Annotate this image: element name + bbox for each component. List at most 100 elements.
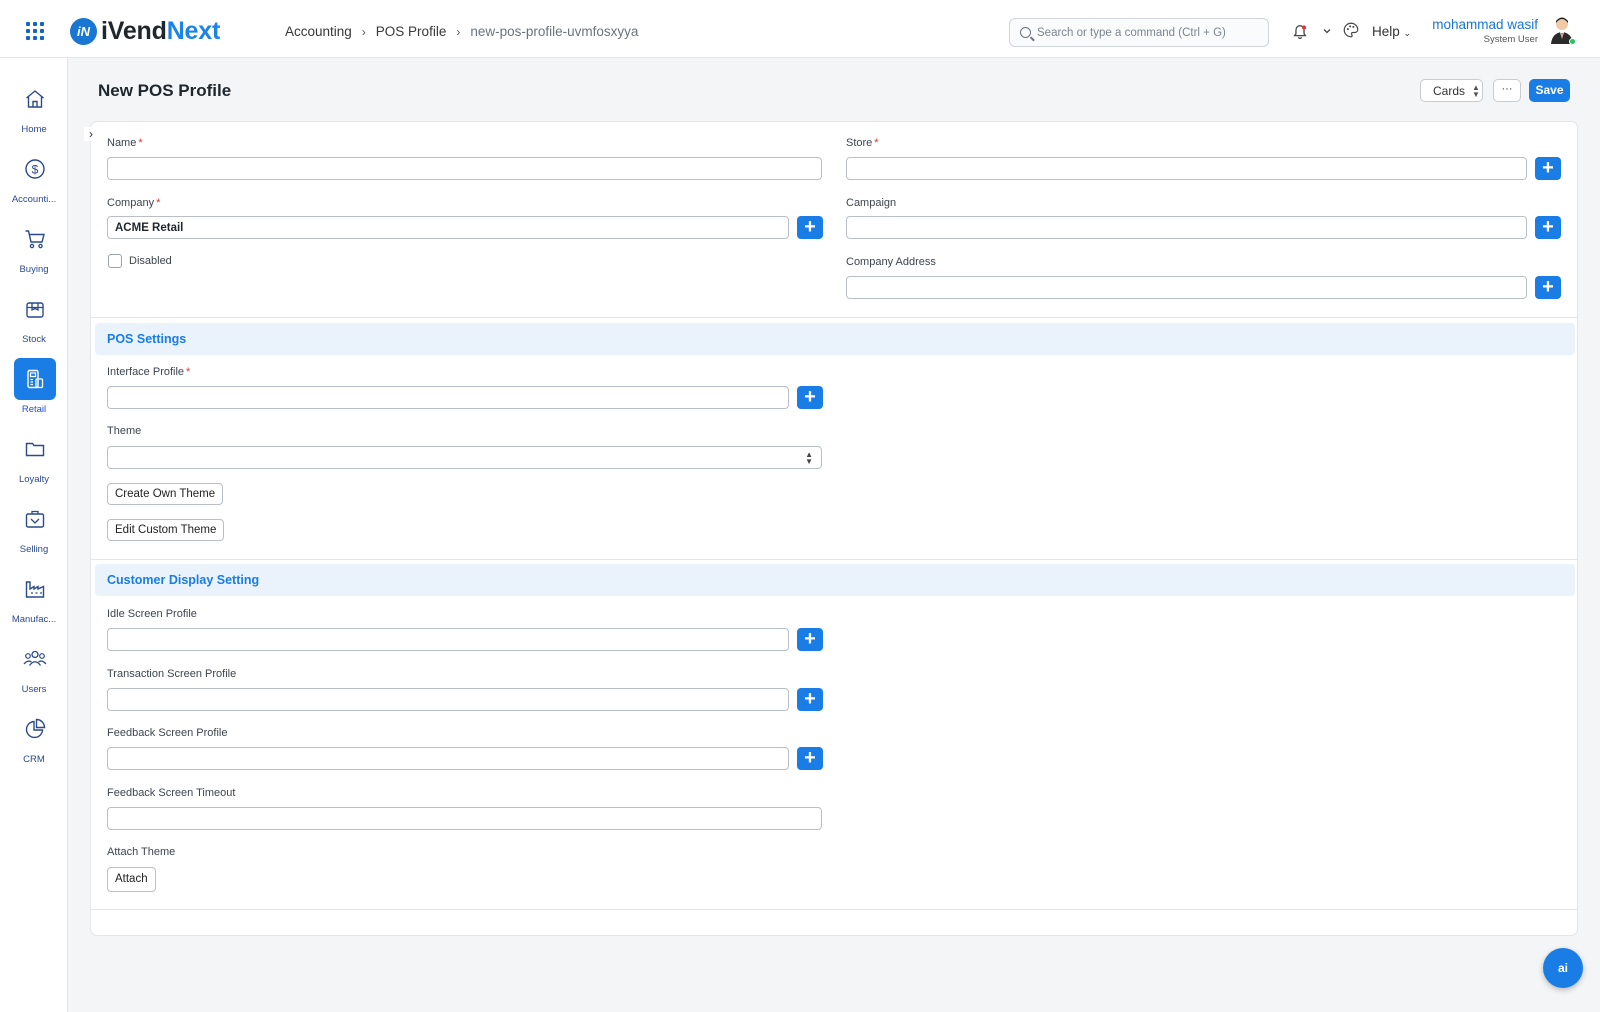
name-field[interactable] <box>107 157 822 180</box>
section-divider <box>91 317 1577 318</box>
sidebar-item-accounting[interactable]: $ Accounti... <box>0 144 68 210</box>
avatar[interactable] <box>1548 15 1576 45</box>
create-own-theme-button[interactable]: Create Own Theme <box>107 483 224 505</box>
shop-icon <box>14 498 56 540</box>
transaction-screen-profile-field[interactable] <box>107 688 789 711</box>
breadcrumb-accounting[interactable]: Accounting <box>285 24 352 39</box>
bell-icon[interactable] <box>1291 23 1309 41</box>
search-input[interactable] <box>1037 26 1257 39</box>
store-label: Store * <box>846 137 879 149</box>
disabled-label: Disabled <box>129 255 172 267</box>
sidebar-item-selling[interactable]: Selling <box>0 494 68 560</box>
sidebar-item-manufacturing[interactable]: Manufac... <box>0 564 68 630</box>
idle-screen-profile-field[interactable] <box>107 628 789 651</box>
disabled-checkbox[interactable] <box>108 254 122 268</box>
help-label: Help <box>1372 24 1400 39</box>
user-name: mohammad wasif <box>1432 17 1538 32</box>
more-actions-button[interactable]: ··· <box>1493 79 1521 102</box>
section-divider <box>91 559 1577 560</box>
up-down-icon: ▲ ▼ <box>805 450 813 466</box>
pos-settings-section-header[interactable]: POS Settings <box>95 323 1575 355</box>
folder-icon <box>14 428 56 470</box>
page-title: New POS Profile <box>98 81 232 100</box>
store-field[interactable] <box>846 157 1527 180</box>
help-menu[interactable]: Help ⌄ <box>1372 24 1411 39</box>
customer-display-section-header[interactable]: Customer Display Setting <box>95 564 1575 596</box>
company-address-label: Company Address <box>846 256 936 268</box>
pos-terminal-icon <box>14 358 56 400</box>
company-address-field[interactable] <box>846 276 1527 299</box>
chevron-right-icon: › <box>456 24 461 39</box>
company-label: Company * <box>107 197 161 209</box>
company-field[interactable] <box>107 216 789 239</box>
theme-select[interactable]: ▲ ▼ <box>107 446 822 469</box>
chevron-right-icon[interactable]: › <box>84 127 98 141</box>
sidebar-item-retail[interactable]: Retail <box>0 354 68 420</box>
campaign-field[interactable] <box>846 216 1527 239</box>
user-menu[interactable]: mohammad wasif System User <box>1432 17 1538 45</box>
sidebar-item-home[interactable]: Home <box>0 74 68 140</box>
breadcrumb-current: new-pos-profile-uvmfosxyya <box>470 24 639 39</box>
sidebar-item-label: Accounti... <box>11 194 57 205</box>
idle-screen-profile-label: Idle Screen Profile <box>107 608 197 620</box>
add-company-button[interactable]: + <box>797 216 823 239</box>
save-button[interactable]: Save <box>1529 79 1570 102</box>
feedback-screen-profile-field[interactable] <box>107 747 789 770</box>
view-switcher-label: Cards <box>1433 83 1466 98</box>
feedback-screen-timeout-label: Feedback Screen Timeout <box>107 787 236 799</box>
sidebar: Home $ Accounti... Buying Stock Retail L… <box>0 58 68 1012</box>
add-feedback-screen-profile-button[interactable]: + <box>797 747 823 770</box>
add-transaction-screen-profile-button[interactable]: + <box>797 688 823 711</box>
top-navbar: iN iVendNext Accounting › POS Profile › … <box>0 0 1600 58</box>
dollar-icon: $ <box>14 148 56 190</box>
app-grid-icon[interactable] <box>26 22 44 40</box>
edit-custom-theme-button[interactable]: Edit Custom Theme <box>107 519 225 541</box>
users-icon <box>14 638 56 680</box>
sidebar-item-label: Stock <box>22 334 46 345</box>
breadcrumb-pos-profile[interactable]: POS Profile <box>376 24 447 39</box>
attach-theme-label: Attach Theme <box>107 846 176 858</box>
search-icon <box>1020 27 1031 38</box>
add-interface-profile-button[interactable]: + <box>797 386 823 409</box>
logo-mark: iN <box>70 17 97 45</box>
online-status-dot <box>1569 38 1576 45</box>
campaign-label: Campaign <box>846 197 897 209</box>
interface-profile-field[interactable] <box>107 386 789 409</box>
sidebar-item-label: Users <box>21 684 47 695</box>
svg-text:$: $ <box>32 163 39 177</box>
user-role: System User <box>1483 34 1538 45</box>
sidebar-item-label: CRM <box>23 754 45 765</box>
sidebar-item-loyalty[interactable]: Loyalty <box>0 424 68 490</box>
sidebar-item-label: Manufac... <box>11 614 57 625</box>
cart-icon <box>14 218 56 260</box>
theme-label: Theme <box>107 425 142 437</box>
section-title: Customer Display Setting <box>107 573 260 587</box>
search-box[interactable] <box>1009 18 1269 47</box>
view-switcher-button[interactable]: Cards ▲ ▼ <box>1420 79 1483 102</box>
pie-chart-icon <box>14 708 56 750</box>
ai-assistant-button[interactable]: ai <box>1543 948 1583 988</box>
app-logo[interactable]: iN iVendNext <box>70 17 220 45</box>
feedback-screen-timeout-field[interactable] <box>107 807 822 830</box>
up-down-icon: ▲ ▼ <box>1472 82 1480 99</box>
logo-text: iVendNext <box>101 16 221 45</box>
sidebar-item-label: Home <box>21 124 47 135</box>
transaction-screen-profile-label: Transaction Screen Profile <box>107 668 237 680</box>
chevron-right-icon: › <box>361 24 366 39</box>
factory-icon <box>14 568 56 610</box>
attach-button[interactable]: Attach <box>107 867 156 892</box>
sidebar-item-stock[interactable]: Stock <box>0 284 68 350</box>
sidebar-item-label: Buying <box>19 264 49 275</box>
sidebar-item-label: Selling <box>19 544 49 555</box>
breadcrumb: Accounting › POS Profile › new-pos-profi… <box>285 24 638 39</box>
sidebar-item-crm[interactable]: CRM <box>0 704 68 770</box>
add-campaign-button[interactable]: + <box>1535 216 1561 239</box>
palette-icon[interactable] <box>1342 21 1360 39</box>
add-idle-screen-profile-button[interactable]: + <box>797 628 823 651</box>
chevron-down-icon[interactable] <box>1322 26 1332 36</box>
box-icon <box>14 288 56 330</box>
sidebar-item-users[interactable]: Users <box>0 634 68 700</box>
add-company-address-button[interactable]: + <box>1535 276 1561 299</box>
add-store-button[interactable]: + <box>1535 157 1561 180</box>
sidebar-item-buying[interactable]: Buying <box>0 214 68 280</box>
